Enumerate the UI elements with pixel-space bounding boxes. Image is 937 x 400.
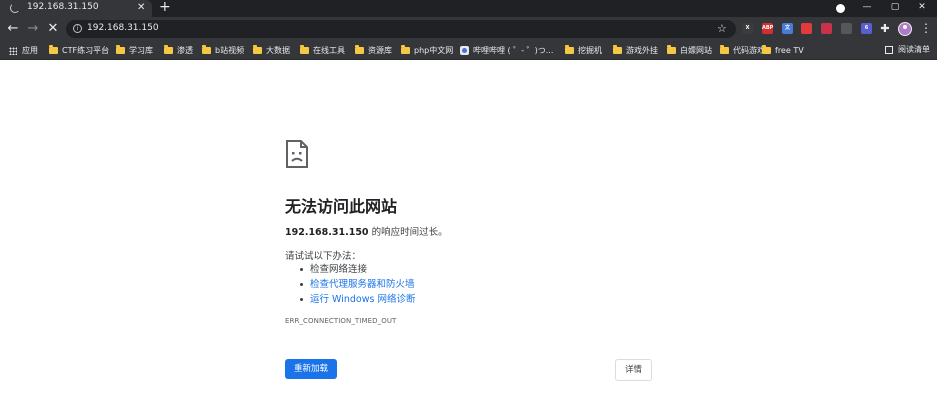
bookmark-label: 在线工具	[313, 46, 345, 55]
tab-title: 192.168.31.150	[27, 2, 99, 12]
bookmark-label: 挖掘机	[578, 46, 602, 55]
abp-extension-icon[interactable]: ABP	[762, 23, 773, 34]
bookmark-label: 游戏外挂	[626, 46, 658, 55]
bookmark-star-icon[interactable]: ☆	[717, 21, 727, 37]
bookmark-item[interactable]: 白嫖网站	[667, 44, 712, 57]
folder-icon	[565, 45, 574, 54]
folder-icon	[762, 45, 771, 54]
translate-extension-icon[interactable]: 文	[782, 23, 793, 34]
bookmark-item[interactable]: free TV	[762, 44, 804, 57]
folder-icon	[355, 45, 364, 54]
bookmark-label: free TV	[775, 46, 804, 55]
suggestion-check-proxy-link[interactable]: 检查代理服务器和防火墙	[300, 277, 415, 292]
site-favicon-icon	[460, 46, 469, 55]
folder-icon	[667, 45, 676, 54]
reload-button[interactable]: 重新加载	[285, 359, 337, 379]
error-host: 192.168.31.150	[285, 227, 369, 238]
suggestion-run-diagnostics-link[interactable]: 运行 Windows 网络诊断	[300, 292, 415, 307]
bookmark-item[interactable]: 应用	[9, 44, 38, 57]
folder-icon	[49, 45, 58, 54]
bookmark-item[interactable]: php中文网	[401, 44, 453, 57]
x-extension-icon[interactable]: X	[742, 23, 753, 34]
bookmark-label: 资源库	[368, 46, 392, 55]
bookmark-label: 代码游戏	[733, 46, 765, 55]
bookmark-label: 白嫖网站	[680, 46, 712, 55]
url-text[interactable]: 192.168.31.150	[87, 23, 159, 33]
badge-extension-icon[interactable]: 6	[861, 23, 872, 34]
folder-icon	[253, 45, 262, 54]
extensions-puzzle-icon[interactable]: ✚	[876, 20, 894, 38]
bookmark-item[interactable]: b站视频	[202, 44, 244, 57]
folder-icon	[300, 45, 309, 54]
tab-search-icon[interactable]	[836, 4, 845, 13]
sad-page-icon	[286, 140, 308, 168]
error-page: 无法访问此网站 192.168.31.150 的响应时间过长。 请试试以下办法：…	[0, 60, 937, 400]
error-code: ERR_CONNECTION_TIMED_OUT	[285, 317, 397, 325]
bookmark-label: CTF练习平台	[62, 46, 110, 55]
bookmark-item[interactable]: 渗透	[164, 44, 193, 57]
bookmark-item[interactable]: 游戏外挂	[613, 44, 658, 57]
folder-icon	[613, 45, 622, 54]
site-info-icon[interactable]: i	[73, 24, 82, 33]
bookmark-label: 应用	[22, 46, 38, 55]
bookmark-label: 哔哩哔哩 ( ゜- ゜)つ...	[473, 46, 554, 55]
folder-icon	[116, 45, 125, 54]
avatar[interactable]	[898, 22, 912, 36]
bookmark-label: 学习库	[129, 46, 153, 55]
reading-list-label: 阅读清单	[898, 45, 930, 54]
loading-spinner-icon	[10, 3, 20, 13]
tab-strip: 192.168.31.150 ✕ + — ▢ ✕	[0, 0, 937, 17]
reading-list-button[interactable]: 阅读清单	[885, 44, 930, 55]
folder-icon	[164, 45, 173, 54]
suggestions-list: 检查网络连接 检查代理服务器和防火墙 运行 Windows 网络诊断	[300, 262, 415, 307]
bookmark-label: 渗透	[177, 46, 193, 55]
error-description-suffix: 的响应时间过长。	[368, 227, 448, 238]
bookmark-item[interactable]: 哔哩哔哩 ( ゜- ゜)つ...	[460, 44, 553, 57]
stop-button[interactable]: ✕	[44, 20, 62, 38]
maximize-button[interactable]: ▢	[880, 0, 910, 17]
suggestion-check-network: 检查网络连接	[300, 262, 415, 277]
bookmark-item[interactable]: 代码游戏	[720, 44, 765, 57]
details-button[interactable]: 详情	[615, 359, 652, 381]
bookmark-label: b站视频	[215, 46, 245, 55]
error-heading: 无法访问此网站	[285, 197, 398, 216]
bookmarks-bar: 阅读清单 应用 CTF练习平台 学习库 渗透 b站视频 大数据 在线工具 资源库 php中文网 哔…	[0, 41, 937, 60]
apps-grid-icon	[9, 46, 17, 55]
toolbar: ← → ✕ i 192.168.31.150 ☆ X ABP 文 6 ✚ ⋮	[0, 17, 937, 41]
menu-icon[interactable]: ⋮	[920, 21, 932, 37]
forward-button[interactable]: →	[24, 20, 42, 38]
reading-list-icon	[885, 45, 893, 54]
tab-close-icon[interactable]: ✕	[137, 1, 145, 15]
address-bar[interactable]: i 192.168.31.150 ☆	[66, 20, 736, 38]
tab-active[interactable]: 192.168.31.150 ✕	[0, 0, 152, 17]
window-close-button[interactable]: ✕	[907, 0, 937, 17]
pink-extension-icon[interactable]	[821, 23, 832, 34]
bookmark-item[interactable]: 挖掘机	[565, 44, 602, 57]
error-description: 192.168.31.150 的响应时间过长。	[285, 224, 448, 238]
suggestions-title: 请试试以下办法：	[285, 251, 362, 262]
back-button[interactable]: ←	[4, 20, 22, 38]
gray-extension-icon[interactable]	[841, 23, 852, 34]
red-extension-icon[interactable]	[801, 23, 812, 34]
bookmark-item[interactable]: CTF练习平台	[49, 44, 109, 57]
minimize-button[interactable]: —	[852, 0, 882, 17]
bookmark-item[interactable]: 资源库	[355, 44, 392, 57]
folder-icon	[202, 45, 211, 54]
bookmark-item[interactable]: 学习库	[116, 44, 153, 57]
bookmark-item[interactable]: 在线工具	[300, 44, 345, 57]
folder-icon	[720, 45, 729, 54]
bookmark-label: php中文网	[414, 46, 454, 55]
bookmark-item[interactable]: 大数据	[253, 44, 290, 57]
folder-icon	[401, 45, 410, 54]
new-tab-button[interactable]: +	[159, 0, 171, 16]
bookmark-label: 大数据	[266, 46, 290, 55]
